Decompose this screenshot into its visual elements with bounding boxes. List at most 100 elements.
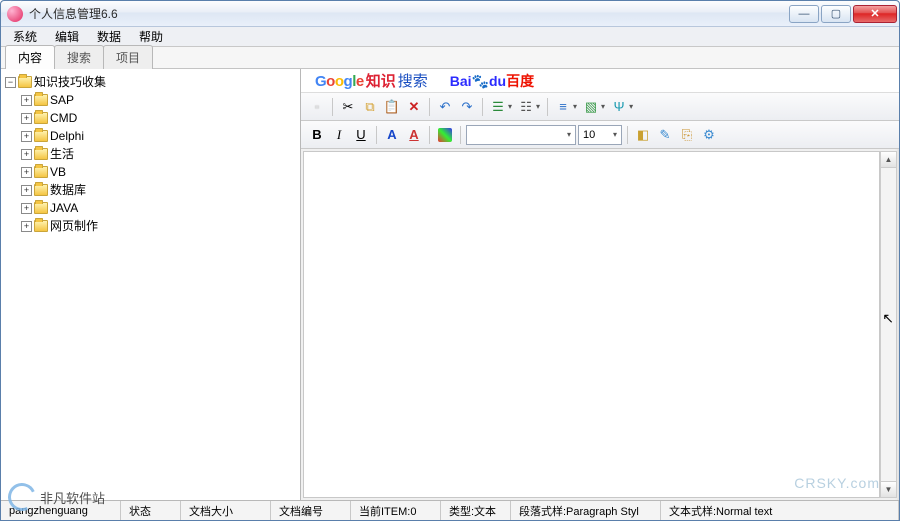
gear-icon: ⚙ [703, 127, 715, 143]
separator [547, 98, 548, 116]
chevron-down-icon[interactable]: ▾ [508, 102, 514, 111]
baidu-search-link[interactable]: Bai🐾du百度 [450, 71, 534, 91]
vertical-scrollbar[interactable]: ▲ ▼ [880, 151, 897, 498]
tree-item-label: 网页制作 [50, 217, 98, 235]
underline-icon: U [356, 127, 365, 142]
scroll-track[interactable] [881, 168, 896, 481]
tab-search[interactable]: 搜索 [54, 45, 104, 69]
sidebar-tree[interactable]: − 知识技巧收集 +SAP +CMD +Delphi +生活 +VB +数据库 … [1, 69, 301, 500]
tree-item-label: 数据库 [50, 181, 86, 199]
folder-icon [34, 166, 48, 178]
font-family-combo[interactable]: ▾ [466, 125, 576, 145]
menu-data[interactable]: 数据 [89, 26, 129, 47]
numlist-icon: ☷ [520, 99, 532, 115]
paw-icon: 🐾 [472, 73, 489, 89]
symbol-button[interactable]: Ψ [609, 97, 629, 117]
delete-button[interactable]: ✕ [404, 97, 424, 117]
tab-content[interactable]: 内容 [5, 45, 55, 69]
expand-icon[interactable]: + [21, 95, 32, 106]
expand-icon[interactable]: + [21, 113, 32, 124]
chevron-down-icon[interactable]: ▾ [629, 102, 635, 111]
menu-system[interactable]: 系统 [5, 26, 45, 47]
tree-item[interactable]: + 数据库 [21, 181, 298, 199]
scissors-icon: ✂ [343, 99, 354, 115]
redo-icon: ↷ [462, 99, 473, 115]
menu-help[interactable]: 帮助 [131, 26, 171, 47]
folder-icon [18, 76, 32, 88]
tree-item[interactable]: +SAP [21, 91, 298, 109]
expand-icon[interactable]: + [21, 221, 32, 232]
highlight-button[interactable]: A [404, 125, 424, 145]
body-area: − 知识技巧收集 +SAP +CMD +Delphi +生活 +VB +数据库 … [1, 69, 899, 500]
search-label: 搜索 [398, 73, 428, 90]
brush-icon: ✎ [660, 127, 671, 143]
format-toolbar: B I U A A ▾ 10 ▾ ◧ ✎ ⎘ [301, 121, 899, 149]
tree-item[interactable]: +VB [21, 163, 298, 181]
font-color-button[interactable]: A [382, 125, 402, 145]
clipboard-icon: 📋 [384, 99, 400, 115]
redo-button[interactable]: ↷ [457, 97, 477, 117]
tree-item[interactable]: + 网页制作 [21, 217, 298, 235]
tree-item[interactable]: + JAVA [21, 199, 298, 217]
undo-button[interactable]: ↶ [435, 97, 455, 117]
list-button[interactable]: ☰ [488, 97, 508, 117]
tree-item[interactable]: + CMD [21, 109, 298, 127]
options-button[interactable]: ⚙ [699, 125, 719, 145]
expand-icon[interactable]: + [21, 131, 32, 142]
folder-icon [34, 130, 48, 142]
folder-icon [34, 202, 48, 214]
titlebar[interactable]: 个人信息管理6.6 — ▢ ✕ [1, 1, 899, 27]
clear-format-button[interactable]: ◧ [633, 125, 653, 145]
font-size-value: 10 [583, 129, 611, 141]
paste-format-icon: ⎘ [682, 127, 692, 143]
main-panel: Google知识搜索 Bai🐾du百度 ▫ ✂ ⧉ 📋 ✕ ↶ ↷ ☰▾ ☷▾ [301, 69, 899, 500]
symbol-icon: Ψ [614, 99, 625, 114]
image-button[interactable]: ▧ [581, 97, 601, 117]
tab-project[interactable]: 项目 [103, 45, 153, 69]
tree-item[interactable]: +生活 [21, 145, 298, 163]
expand-icon[interactable]: + [21, 203, 32, 214]
maximize-button[interactable]: ▢ [821, 5, 851, 23]
expand-icon[interactable]: + [21, 149, 32, 160]
minimize-button[interactable]: — [789, 5, 819, 23]
folder-icon [34, 148, 48, 160]
close-button[interactable]: ✕ [853, 5, 897, 23]
app-window: 个人信息管理6.6 — ▢ ✕ 系统 编辑 数据 帮助 内容 搜索 项目 − [0, 0, 900, 521]
collapse-icon[interactable]: − [5, 77, 16, 88]
tree-root-node[interactable]: − 知识技巧收集 [5, 73, 298, 91]
underline-button[interactable]: U [351, 125, 371, 145]
copy-button[interactable]: ⧉ [360, 97, 380, 117]
copy-format-button[interactable]: ✎ [655, 125, 675, 145]
google-search-link[interactable]: Google知识搜索 [315, 70, 428, 91]
tree-item[interactable]: +Delphi [21, 127, 298, 145]
expand-icon[interactable]: + [21, 167, 32, 178]
x-icon: ✕ [409, 99, 420, 115]
font-size-combo[interactable]: 10 ▾ [578, 125, 622, 145]
status-para: 段落式样:Paragraph Styl [511, 501, 661, 520]
menu-edit[interactable]: 编辑 [47, 26, 87, 47]
numlist-button[interactable]: ☷ [516, 97, 536, 117]
italic-button[interactable]: I [329, 125, 349, 145]
cut-button[interactable]: ✂ [338, 97, 358, 117]
scroll-up-arrow[interactable]: ▲ [881, 152, 896, 168]
status-text: 文本式样:Normal text [661, 501, 899, 520]
paste-format-button[interactable]: ⎘ [677, 125, 697, 145]
tree-item-label: JAVA [50, 199, 78, 217]
chevron-down-icon: ▾ [611, 130, 619, 139]
text-editor[interactable] [303, 151, 880, 498]
bold-button[interactable]: B [307, 125, 327, 145]
new-button[interactable]: ▫ [307, 97, 327, 117]
status-type: 类型:文本 [441, 501, 511, 520]
align-button[interactable]: ≡ [553, 97, 573, 117]
chevron-down-icon[interactable]: ▾ [573, 102, 579, 111]
theme-button[interactable] [435, 125, 455, 145]
chevron-down-icon[interactable]: ▾ [601, 102, 607, 111]
statusbar: pangzhenguang 状态 文档大小 文档编号 当前ITEM:0 类型:文… [1, 500, 899, 520]
tree-item-label: CMD [50, 109, 77, 127]
status-author: pangzhenguang [1, 501, 121, 520]
expand-icon[interactable]: + [21, 185, 32, 196]
paste-button[interactable]: 📋 [382, 97, 402, 117]
chevron-down-icon[interactable]: ▾ [536, 102, 542, 111]
status-state: 状态 [121, 501, 181, 520]
scroll-down-arrow[interactable]: ▼ [881, 481, 896, 497]
